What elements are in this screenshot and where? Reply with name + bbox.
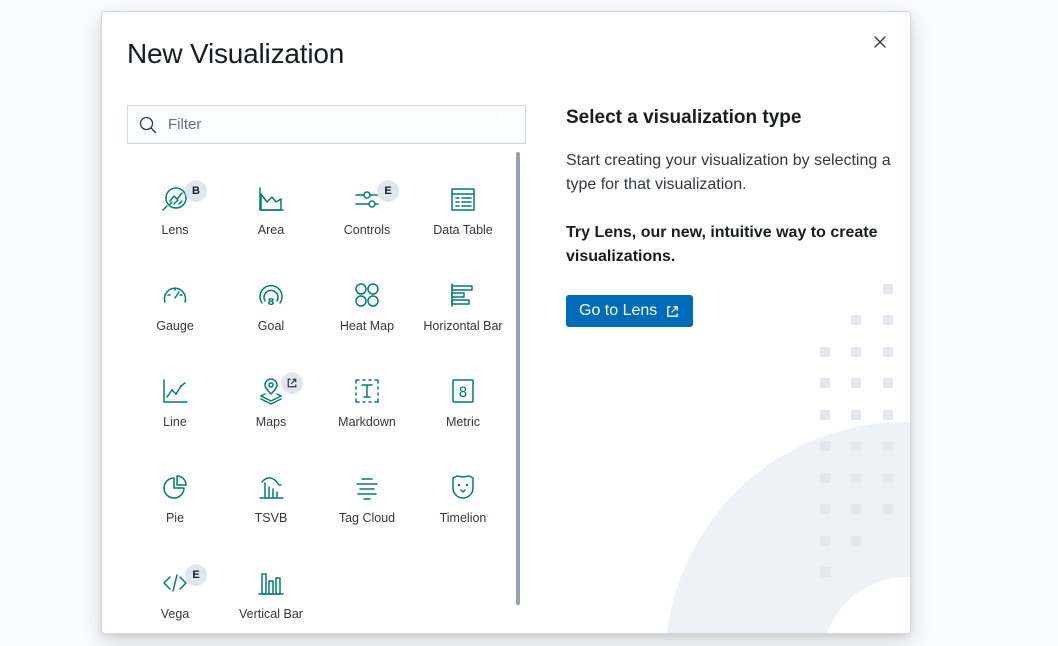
- visualization-type-list: Lens B Area Controls E Data Table Gauge 8 Goal He…: [127, 152, 527, 632]
- decor-dot: [820, 347, 830, 357]
- visualization-tile-lens[interactable]: Lens B: [127, 162, 223, 258]
- vertical-bar-icon: [255, 567, 287, 599]
- visualization-tile-tag-cloud[interactable]: Tag Cloud: [319, 450, 415, 546]
- visualization-tile-line[interactable]: Line: [127, 354, 223, 450]
- visualization-tile-gauge[interactable]: Gauge: [127, 258, 223, 354]
- go-to-lens-label: Go to Lens: [579, 302, 658, 319]
- search-input[interactable]: [166, 115, 500, 134]
- visualization-tile-horizontal-bar[interactable]: Horizontal Bar: [415, 258, 511, 354]
- decor-dot: [883, 347, 893, 357]
- decor-dot: [820, 410, 830, 420]
- pie-chart-icon: [159, 471, 191, 503]
- visualization-tile-tsvb[interactable]: TSVB: [223, 450, 319, 546]
- tag-cloud-icon: [351, 471, 383, 503]
- tile-label: Metric: [445, 415, 481, 429]
- goal-icon: 8: [255, 279, 287, 311]
- go-to-lens-button[interactable]: Go to Lens: [566, 295, 694, 327]
- visualization-tile-area[interactable]: Area: [223, 162, 319, 258]
- decor-dot: [883, 504, 893, 514]
- close-button[interactable]: [868, 30, 892, 54]
- decor-dot: [883, 410, 893, 420]
- visualization-tile-goal[interactable]: 8 Goal: [223, 258, 319, 354]
- scrollbar[interactable]: [516, 152, 520, 605]
- side-panel: Select a visualization type Start creati…: [566, 107, 896, 327]
- search-icon: [138, 115, 158, 135]
- visualization-type-grid: Lens B Area Controls E Data Table Gauge 8 Goal He…: [127, 162, 527, 632]
- tile-label: Controls: [343, 223, 391, 237]
- decor-dot: [851, 504, 861, 514]
- svg-text:8: 8: [459, 385, 468, 401]
- visualization-tile-metric[interactable]: 8 Metric: [415, 354, 511, 450]
- line-chart-icon: [159, 375, 191, 407]
- tile-label: Gauge: [156, 319, 194, 333]
- external-link-icon: [665, 304, 680, 319]
- svg-text:8: 8: [268, 297, 275, 308]
- tsvb-icon: [255, 471, 287, 503]
- visualization-tile-pie[interactable]: Pie: [127, 450, 223, 546]
- status-badge: B: [185, 180, 207, 202]
- tile-label: Lens: [161, 223, 189, 237]
- lens-promo-text: Try Lens, our new, intuitive way to crea…: [566, 224, 878, 265]
- tile-label: Horizontal Bar: [423, 319, 503, 333]
- decor-dot: [820, 567, 830, 577]
- tile-label: Goal: [257, 319, 285, 333]
- visualization-tile-controls[interactable]: Controls E: [319, 162, 415, 258]
- data-table-icon: [447, 183, 479, 215]
- tile-label: Vertical Bar: [239, 607, 303, 621]
- side-panel-title: Select a visualization type: [566, 107, 802, 128]
- new-visualization-modal: New Visualization Lens B Area Controls E Data…: [101, 11, 911, 634]
- visualization-tile-vega[interactable]: Vega E: [127, 546, 223, 632]
- gauge-icon: [159, 279, 191, 311]
- decor-dot: [820, 441, 830, 451]
- tile-label: Maps: [255, 415, 287, 429]
- decor-dot: [851, 410, 861, 420]
- tile-label: Timelion: [439, 511, 487, 525]
- decor-dot: [820, 473, 830, 483]
- visualization-tile-timelion[interactable]: Timelion: [415, 450, 511, 546]
- visualization-tile-vertical-bar[interactable]: Vertical Bar: [223, 546, 319, 632]
- visualization-tile-heat-map[interactable]: Heat Map: [319, 258, 415, 354]
- visualization-tile-markdown[interactable]: Markdown: [319, 354, 415, 450]
- heat-map-icon: [351, 279, 383, 311]
- visualization-tile-maps[interactable]: Maps: [223, 354, 319, 450]
- modal-title: New Visualization: [127, 38, 345, 69]
- tile-label: Vega: [160, 607, 190, 621]
- decor-dot: [883, 441, 893, 451]
- tile-label: Area: [257, 223, 285, 237]
- tile-label: Line: [163, 415, 187, 429]
- visualization-tile-data-table[interactable]: Data Table: [415, 162, 511, 258]
- decor-dot: [883, 378, 893, 388]
- decor-dot: [851, 536, 861, 546]
- markdown-icon: [351, 375, 383, 407]
- metric-icon: 8: [447, 375, 479, 407]
- decor-dot: [820, 536, 830, 546]
- external-link-icon: [281, 372, 303, 394]
- decor-dot: [851, 473, 861, 483]
- tile-label: Markdown: [338, 415, 396, 429]
- side-panel-description: Start creating your visualization by sel…: [566, 152, 891, 193]
- status-badge: E: [377, 180, 399, 202]
- close-icon[interactable]: [873, 35, 887, 49]
- tile-label: Data Table: [433, 223, 493, 237]
- tile-label: Heat Map: [339, 319, 395, 333]
- tile-label: Pie: [165, 511, 185, 525]
- decor-dot: [851, 441, 861, 451]
- tile-label: TSVB: [254, 511, 288, 525]
- decor-dot: [820, 378, 830, 388]
- decor-dot: [820, 504, 830, 514]
- area-chart-icon: [255, 183, 287, 215]
- decor-dot: [851, 347, 861, 357]
- decor-dot: [883, 473, 893, 483]
- decor-dot: [851, 378, 861, 388]
- search-field[interactable]: [127, 105, 526, 144]
- tile-label: Tag Cloud: [338, 511, 396, 525]
- timelion-icon: [447, 471, 479, 503]
- status-badge: E: [185, 564, 207, 586]
- horizontal-bar-icon: [447, 279, 479, 311]
